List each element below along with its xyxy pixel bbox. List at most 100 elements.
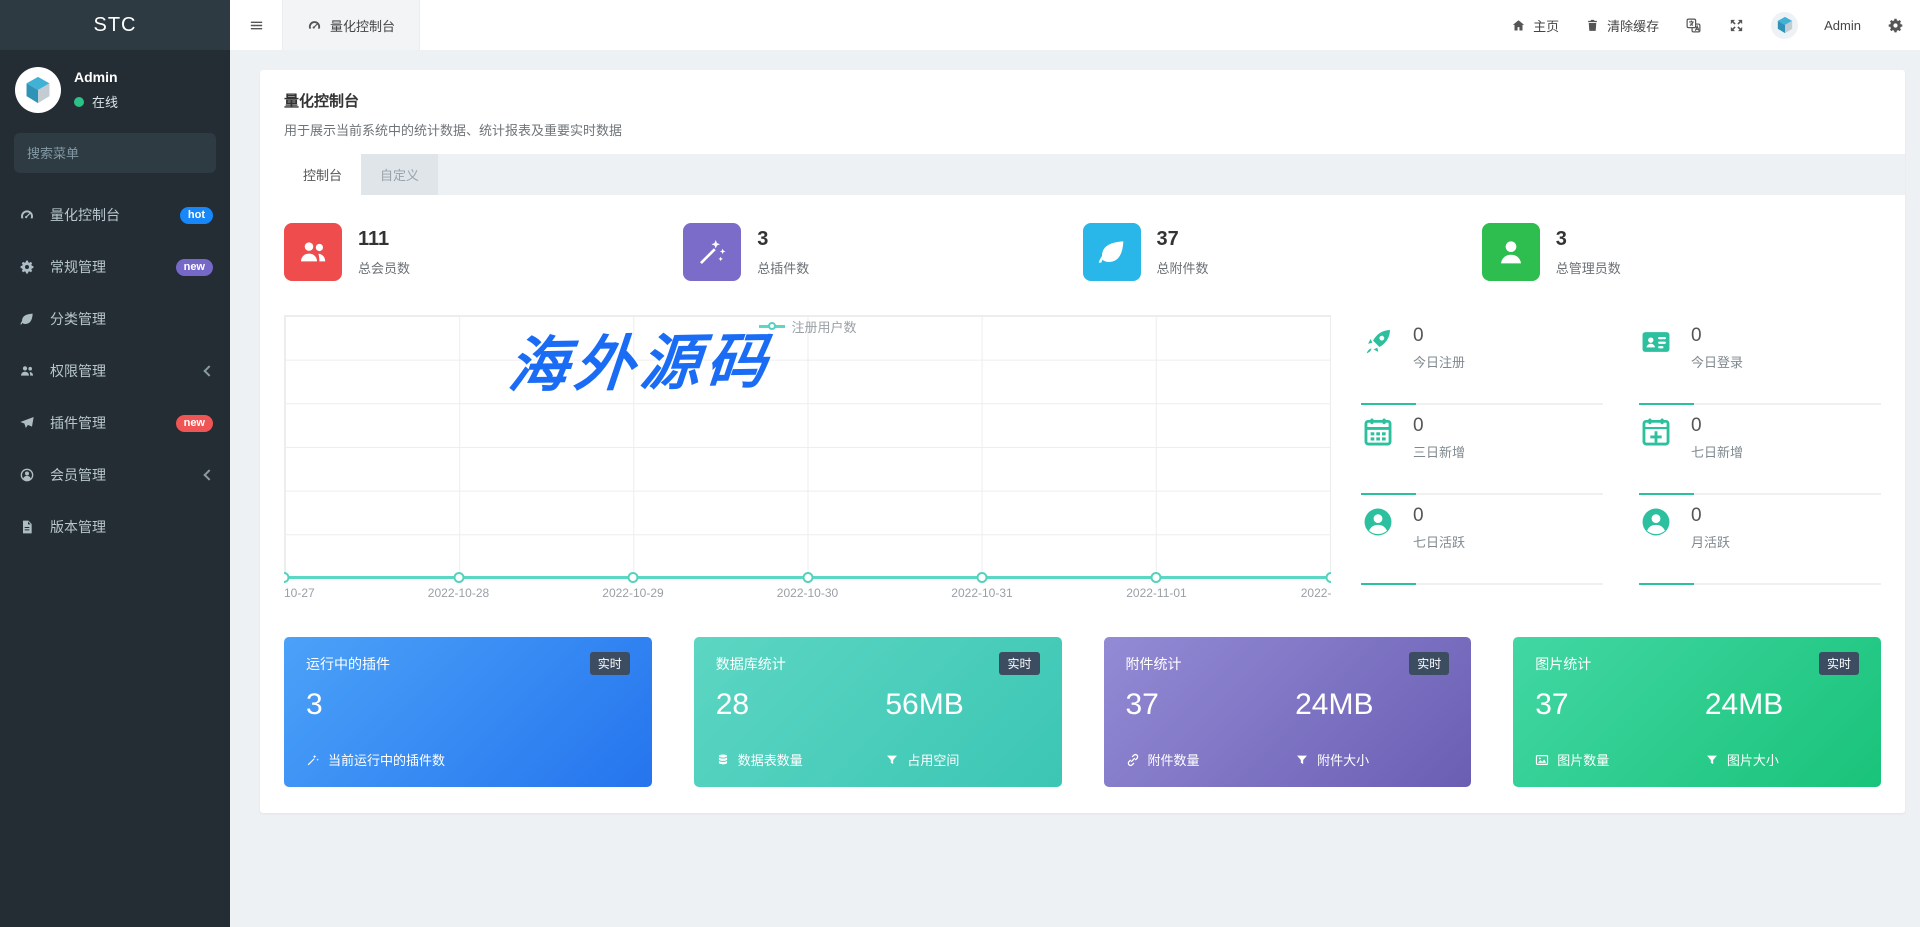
stat-value: 37 [1156, 227, 1179, 250]
tab-dashboard[interactable]: 量化控制台 [282, 0, 421, 50]
topbar-username[interactable]: Admin [1824, 18, 1861, 33]
sidebar-item-label: 量化控制台 [50, 207, 120, 223]
avatar[interactable] [15, 67, 61, 113]
rt-text: 0 三日新增 [1413, 415, 1465, 461]
leaf-icon [1082, 223, 1141, 281]
rt-value: 0 [1691, 415, 1702, 436]
stat-value: 111 [358, 227, 390, 250]
sidebar-item-general[interactable]: 常规管理 new [0, 241, 230, 293]
rocket-icon [1361, 325, 1397, 359]
rt-value: 0 [1691, 325, 1702, 346]
sidebar-item-members[interactable]: 会员管理 [0, 449, 230, 501]
chart-legend[interactable]: 注册用户数 [758, 317, 857, 336]
user-circle-icon [1639, 505, 1675, 539]
topbar-avatar[interactable] [1771, 11, 1799, 39]
x-tick: 2022-10-31 [951, 586, 1013, 600]
card-title: 附件统计 [1125, 655, 1182, 672]
funnel-icon [1706, 755, 1717, 764]
data-point [453, 572, 464, 583]
stat-value: 3 [757, 227, 769, 250]
sidebar-item-versions[interactable]: 版本管理 [0, 501, 230, 553]
rt-month-active: 0 月活跃 [1639, 495, 1881, 585]
rt-text: 0 七日新增 [1691, 415, 1743, 461]
link-icon [1127, 753, 1138, 766]
user-info: Admin 在线 [74, 69, 118, 111]
card-foot2: 占用空间 [885, 750, 1039, 769]
magic-wand-icon [307, 754, 319, 765]
paper-plane-icon [17, 415, 37, 431]
card-value: 28 [715, 688, 750, 721]
divider [1639, 583, 1881, 585]
settings-button[interactable] [1887, 17, 1904, 34]
stat-text: 37 总附件数 [1157, 228, 1209, 277]
card-foot-label: 当前运行中的插件数 [328, 753, 446, 768]
data-point [627, 572, 639, 583]
card-foot: 数据表数量 [716, 750, 886, 769]
divider [1361, 583, 1603, 585]
home-icon [1512, 19, 1525, 30]
stat-label: 总附件数 [1156, 260, 1209, 276]
fullscreen-button[interactable] [1728, 17, 1745, 34]
realtime-grid: 0 今日注册 0 今日登录 0 三日新增 0 七日新增 0 七日活跃 0 月活跃 [1361, 315, 1881, 607]
rt-7day-new: 0 七日新增 [1639, 405, 1881, 495]
stat-total-plugins: 3 总插件数 [683, 223, 1082, 281]
user-circle-icon [1361, 505, 1397, 539]
rt-text: 0 月活跃 [1691, 505, 1730, 551]
sidebar-item-category[interactable]: 分类管理 [0, 293, 230, 345]
data-point [976, 572, 988, 583]
card-value2: 24MB [1704, 688, 1784, 721]
id-card-icon [1639, 325, 1675, 359]
calendar-plus-icon [1639, 415, 1675, 449]
rt-label: 七日活跃 [1413, 535, 1466, 550]
user-circle-icon [17, 467, 37, 483]
stat-label: 总会员数 [358, 260, 411, 276]
card-running-plugins: 运行中的插件 实时 3 当前运行中的插件数 [284, 637, 652, 787]
rt-label: 七日新增 [1691, 445, 1744, 460]
home-label: 主页 [1533, 18, 1560, 34]
sidebar-item-label: 版本管理 [50, 519, 106, 535]
card-value: 37 [1125, 688, 1159, 721]
file-icon [17, 519, 37, 535]
search-input[interactable] [27, 145, 203, 161]
sidebar-item-permissions[interactable]: 权限管理 [0, 345, 230, 397]
card-foot: 图片数量 [1535, 750, 1705, 769]
card-image-stats: 图片统计 实时 37 24MB 图片数量 图片大小 [1513, 637, 1881, 787]
sidebar-item-label: 会员管理 [50, 467, 106, 483]
rt-label: 三日新增 [1413, 445, 1466, 460]
card-foot2: 附件大小 [1295, 750, 1449, 769]
data-point [1150, 572, 1162, 583]
card-value2: 24MB [1295, 688, 1374, 721]
rt-label: 今日登录 [1691, 355, 1744, 370]
sidebar-item-label: 权限管理 [50, 363, 106, 379]
sidebar-toggle-button[interactable] [230, 0, 282, 50]
app-logo[interactable]: STC [0, 0, 230, 50]
topbar-right: 主页 清除缓存 Admin [1511, 11, 1920, 39]
user-status: 在线 [74, 92, 118, 111]
legend-line-marker-icon [758, 322, 785, 330]
card-value2: 56MB [885, 688, 964, 721]
tab-custom[interactable]: 自定义 [361, 154, 439, 195]
gears-icon [1888, 18, 1903, 32]
chevron-left-icon [203, 469, 215, 481]
sidebar-item-label: 常规管理 [50, 259, 106, 275]
card-foot-label: 附件数量 [1147, 753, 1200, 768]
stat-text: 3 总插件数 [757, 228, 809, 277]
hot-badge: hot [179, 206, 213, 224]
tab-console[interactable]: 控制台 [284, 154, 362, 195]
language-button[interactable] [1685, 17, 1702, 34]
rt-value: 0 [1413, 325, 1424, 346]
stats-row: 111 总会员数 3 总插件数 37 总附件数 3 总管理员数 [284, 223, 1881, 281]
home-button[interactable]: 主页 [1511, 16, 1559, 35]
sidebar-item-plugins[interactable]: 插件管理 new [0, 397, 230, 449]
clear-cache-button[interactable]: 清除缓存 [1585, 16, 1659, 35]
card-foot-label: 占用空间 [907, 753, 960, 768]
sidebar-item-dashboard[interactable]: 量化控制台 hot [0, 189, 230, 241]
person-icon [1481, 223, 1540, 281]
menu-search [14, 133, 216, 173]
page-subtitle: 用于展示当前系统中的统计数据、统计报表及重要实时数据 [284, 123, 623, 138]
rt-text: 0 今日登录 [1691, 325, 1743, 371]
rt-text: 0 七日活跃 [1413, 505, 1465, 551]
rt-7day-active: 0 七日活跃 [1361, 495, 1603, 585]
sidebar: STC Admin 在线 量化控制台 hot 常规管理 new 分类管理 权限管… [0, 0, 230, 927]
card-foot: 当前运行中的插件数 [306, 750, 476, 769]
